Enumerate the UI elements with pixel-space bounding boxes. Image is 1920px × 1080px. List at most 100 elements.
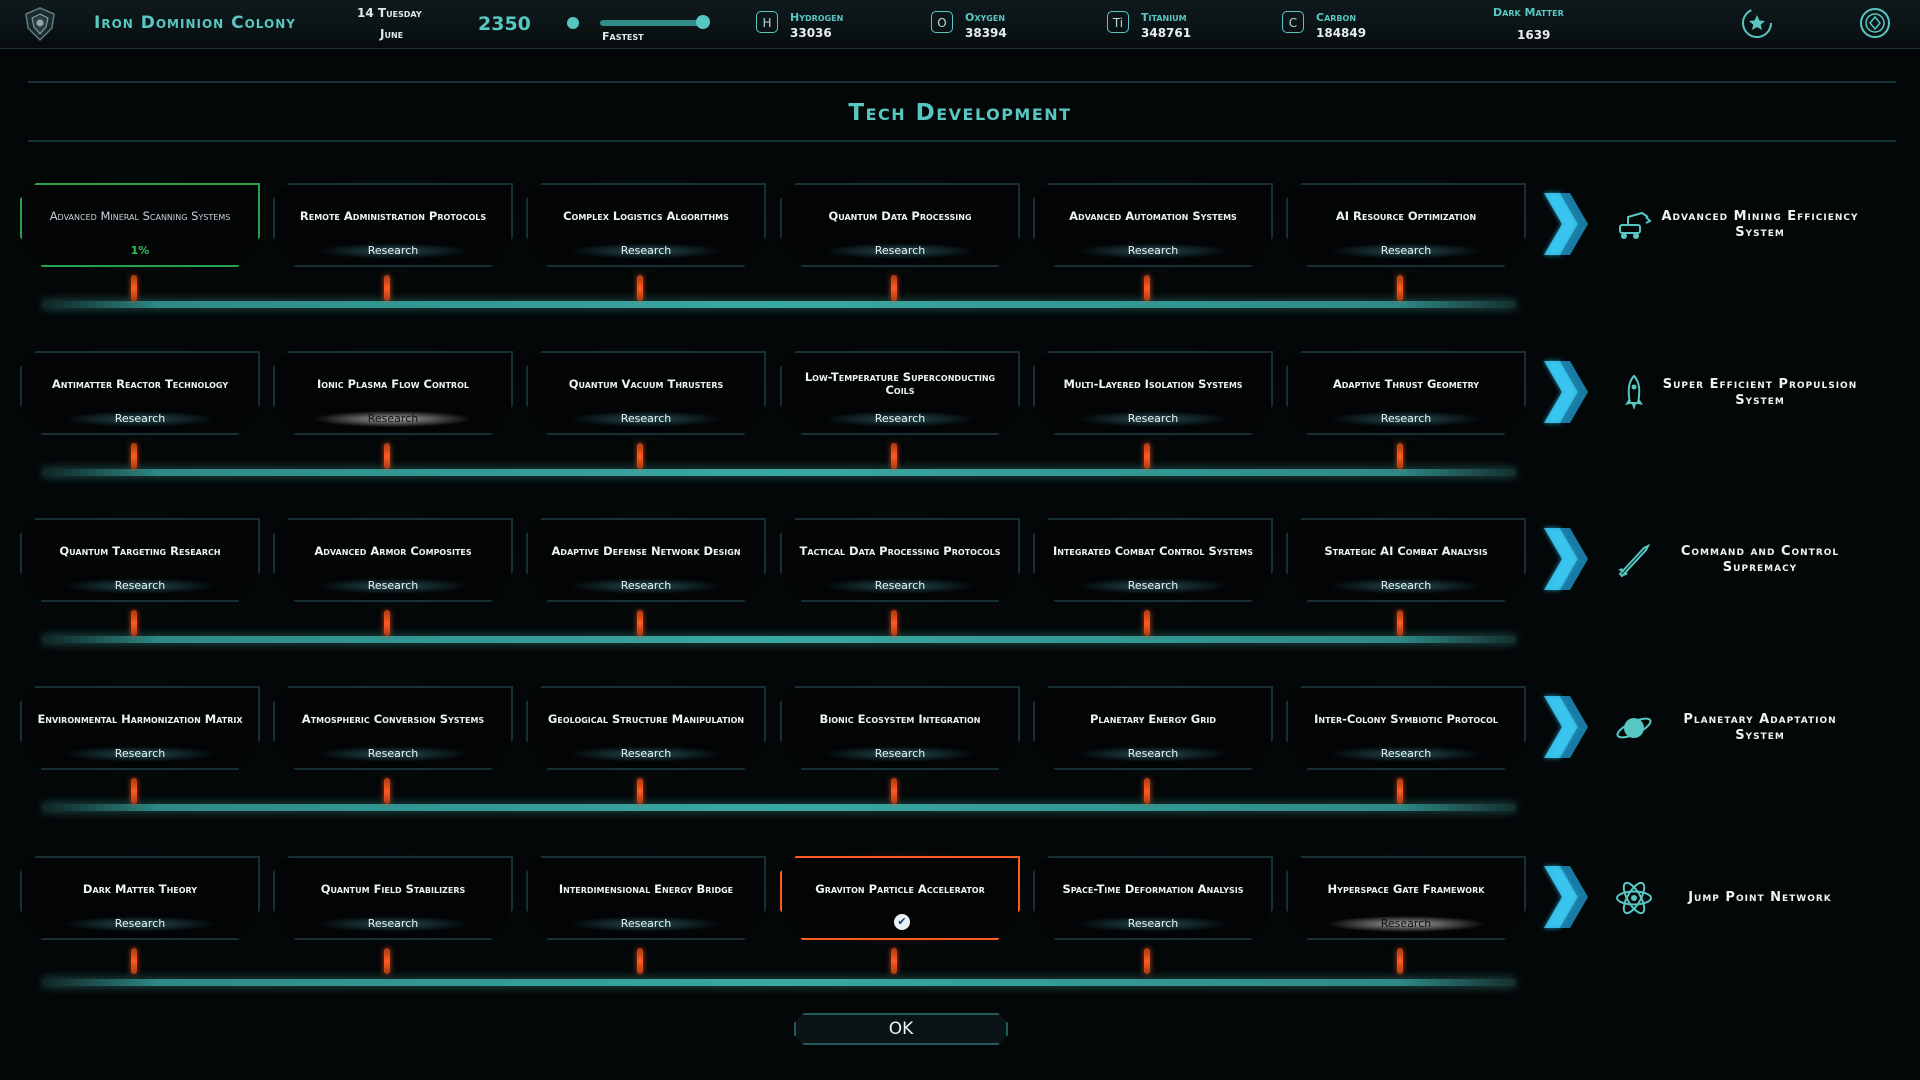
tech-card[interactable]: Integrated Combat Control Systems Researc… — [1033, 518, 1273, 602]
tech-card[interactable]: Advanced Armor Composites Research — [273, 518, 513, 602]
tech-card-title: Environmental Harmonization Matrix — [37, 711, 243, 726]
research-button[interactable]: Research — [822, 746, 978, 762]
year: 2350 — [478, 13, 531, 35]
research-button[interactable]: Research — [822, 243, 978, 259]
row-outcome-label: Planetary Adaptation System — [1683, 712, 1837, 743]
research-button[interactable]: Research — [568, 916, 724, 932]
research-button[interactable]: Research — [62, 916, 218, 932]
tech-card[interactable]: Multi-Layered Isolation Systems Research — [1033, 351, 1273, 435]
tech-card[interactable]: Adaptive Defense Network Design Research — [526, 518, 766, 602]
tech-card[interactable]: Tactical Data Processing Protocols Resear… — [780, 518, 1020, 602]
research-button[interactable]: Research — [315, 578, 471, 594]
research-button[interactable]: Research — [568, 411, 724, 427]
tech-card-title: Complex Logistics Algorithms — [563, 208, 729, 223]
tech-card[interactable]: Remote Administration Protocols Research — [273, 183, 513, 267]
tech-card[interactable]: Dark Matter Theory Research — [20, 856, 260, 940]
tech-connector — [131, 610, 137, 636]
tech-connector — [384, 275, 390, 301]
research-button[interactable]: Research — [822, 578, 978, 594]
tech-card[interactable]: Advanced Automation Systems Research — [1033, 183, 1273, 267]
speed-slider-knob[interactable] — [696, 15, 710, 29]
ok-button[interactable]: OK — [794, 1013, 1008, 1045]
tech-card[interactable]: Advanced Mineral Scanning Systems 1% — [20, 183, 260, 267]
research-button[interactable]: Research — [1328, 411, 1484, 427]
tech-card[interactable]: Space-Time Deformation Analysis Research — [1033, 856, 1273, 940]
research-button[interactable]: Research — [1075, 243, 1231, 259]
header-divider-top — [28, 81, 1896, 83]
date-month: June — [380, 27, 404, 41]
tech-card[interactable]: Inter-Colony Symbiotic Protocol Research — [1286, 686, 1526, 770]
tech-card-title: Graviton Particle Accelerator — [815, 881, 985, 896]
research-button[interactable]: Research — [1328, 578, 1484, 594]
tech-card[interactable]: Antimatter Reactor Technology Research — [20, 351, 260, 435]
tech-card[interactable]: AI Resource Optimization Research — [1286, 183, 1526, 267]
tech-connector — [384, 443, 390, 469]
tech-card[interactable]: Geological Structure Manipulation Researc… — [526, 686, 766, 770]
tech-card[interactable]: Planetary Energy Grid Research — [1033, 686, 1273, 770]
research-button[interactable]: Research — [315, 243, 471, 259]
achievements-icon[interactable] — [1740, 6, 1774, 40]
tech-card[interactable]: Ionic Plasma Flow Control Research — [273, 351, 513, 435]
resource-value: 38394 — [965, 26, 1007, 40]
tech-card-title: Quantum Field Stabilizers — [320, 881, 466, 896]
tech-card[interactable]: Strategic AI Combat Analysis Research — [1286, 518, 1526, 602]
tech-card[interactable]: Complex Logistics Algorithms Research — [526, 183, 766, 267]
chevron-right-icon — [1544, 361, 1588, 423]
tech-connector — [131, 948, 137, 974]
tech-connector — [384, 948, 390, 974]
tech-row: Dark Matter Theory Research Quantum Field … — [0, 850, 1920, 1016]
atom-icon — [1616, 881, 1652, 915]
tech-card[interactable]: Graviton Particle Accelerator ✔ — [780, 856, 1020, 940]
research-button[interactable]: Research — [1328, 746, 1484, 762]
resource-name: Carbon — [1316, 11, 1357, 24]
rocket-icon — [1625, 374, 1643, 410]
tech-connector — [891, 778, 897, 804]
research-button[interactable]: Research — [315, 411, 471, 427]
research-button[interactable]: Research — [568, 243, 724, 259]
tech-card[interactable]: Atmospheric Conversion Systems Research — [273, 686, 513, 770]
top-bar: Iron Dominion Colony 14 Tuesday June 235… — [0, 0, 1920, 49]
research-button[interactable]: Research — [315, 916, 471, 932]
missile-icon — [1618, 543, 1651, 578]
tech-row-rail — [42, 636, 1516, 643]
tech-card[interactable]: Quantum Targeting Research Research — [20, 518, 260, 602]
tech-connector — [1144, 778, 1150, 804]
tech-connector — [1144, 610, 1150, 636]
research-button[interactable]: Research — [1328, 916, 1484, 932]
tech-card-title: Interdimensional Energy Bridge — [558, 881, 734, 896]
research-button[interactable]: Research — [1075, 578, 1231, 594]
speed-slider[interactable] — [600, 20, 702, 26]
tech-card-title: Advanced Automation Systems — [1069, 208, 1237, 223]
research-button[interactable]: Research — [822, 411, 978, 427]
tech-connector — [637, 948, 643, 974]
speed-min-dot[interactable] — [567, 17, 579, 29]
row-outcome-label: Jump Point Network — [1688, 890, 1832, 905]
research-button[interactable]: Research — [1075, 746, 1231, 762]
research-button[interactable]: Research — [315, 746, 471, 762]
menu-gear-icon[interactable] — [1858, 6, 1892, 40]
tech-card[interactable]: Low-Temperature Superconducting Coils Res… — [780, 351, 1020, 435]
tech-card[interactable]: Quantum Data Processing Research — [780, 183, 1020, 267]
tech-card-title: Integrated Combat Control Systems — [1052, 543, 1254, 558]
research-button[interactable]: Research — [568, 578, 724, 594]
research-button[interactable]: Research — [568, 746, 724, 762]
research-button[interactable]: Research — [1328, 243, 1484, 259]
tech-card[interactable]: Bionic Ecosystem Integration Research — [780, 686, 1020, 770]
research-button[interactable]: Research — [1075, 916, 1231, 932]
tech-connector — [384, 610, 390, 636]
research-button[interactable]: Research — [62, 746, 218, 762]
tech-card[interactable]: Environmental Harmonization Matrix Resear… — [20, 686, 260, 770]
research-button[interactable]: Research — [62, 411, 218, 427]
tech-card[interactable]: Quantum Field Stabilizers Research — [273, 856, 513, 940]
tech-card-title: Strategic AI Combat Analysis — [1324, 543, 1488, 558]
tech-card[interactable]: Hyperspace Gate Framework Research — [1286, 856, 1526, 940]
tech-card-title: Inter-Colony Symbiotic Protocol — [1314, 711, 1498, 726]
tech-card[interactable]: Adaptive Thrust Geometry Research — [1286, 351, 1526, 435]
research-button[interactable]: Research — [62, 578, 218, 594]
tech-row-rail — [42, 804, 1516, 811]
tech-card-title: Planetary Energy Grid — [1089, 711, 1216, 726]
tech-card[interactable]: Quantum Vacuum Thrusters Research — [526, 351, 766, 435]
tech-card[interactable]: Interdimensional Energy Bridge Research — [526, 856, 766, 940]
tech-card-title: Quantum Targeting Research — [59, 543, 221, 558]
research-button[interactable]: Research — [1075, 411, 1231, 427]
